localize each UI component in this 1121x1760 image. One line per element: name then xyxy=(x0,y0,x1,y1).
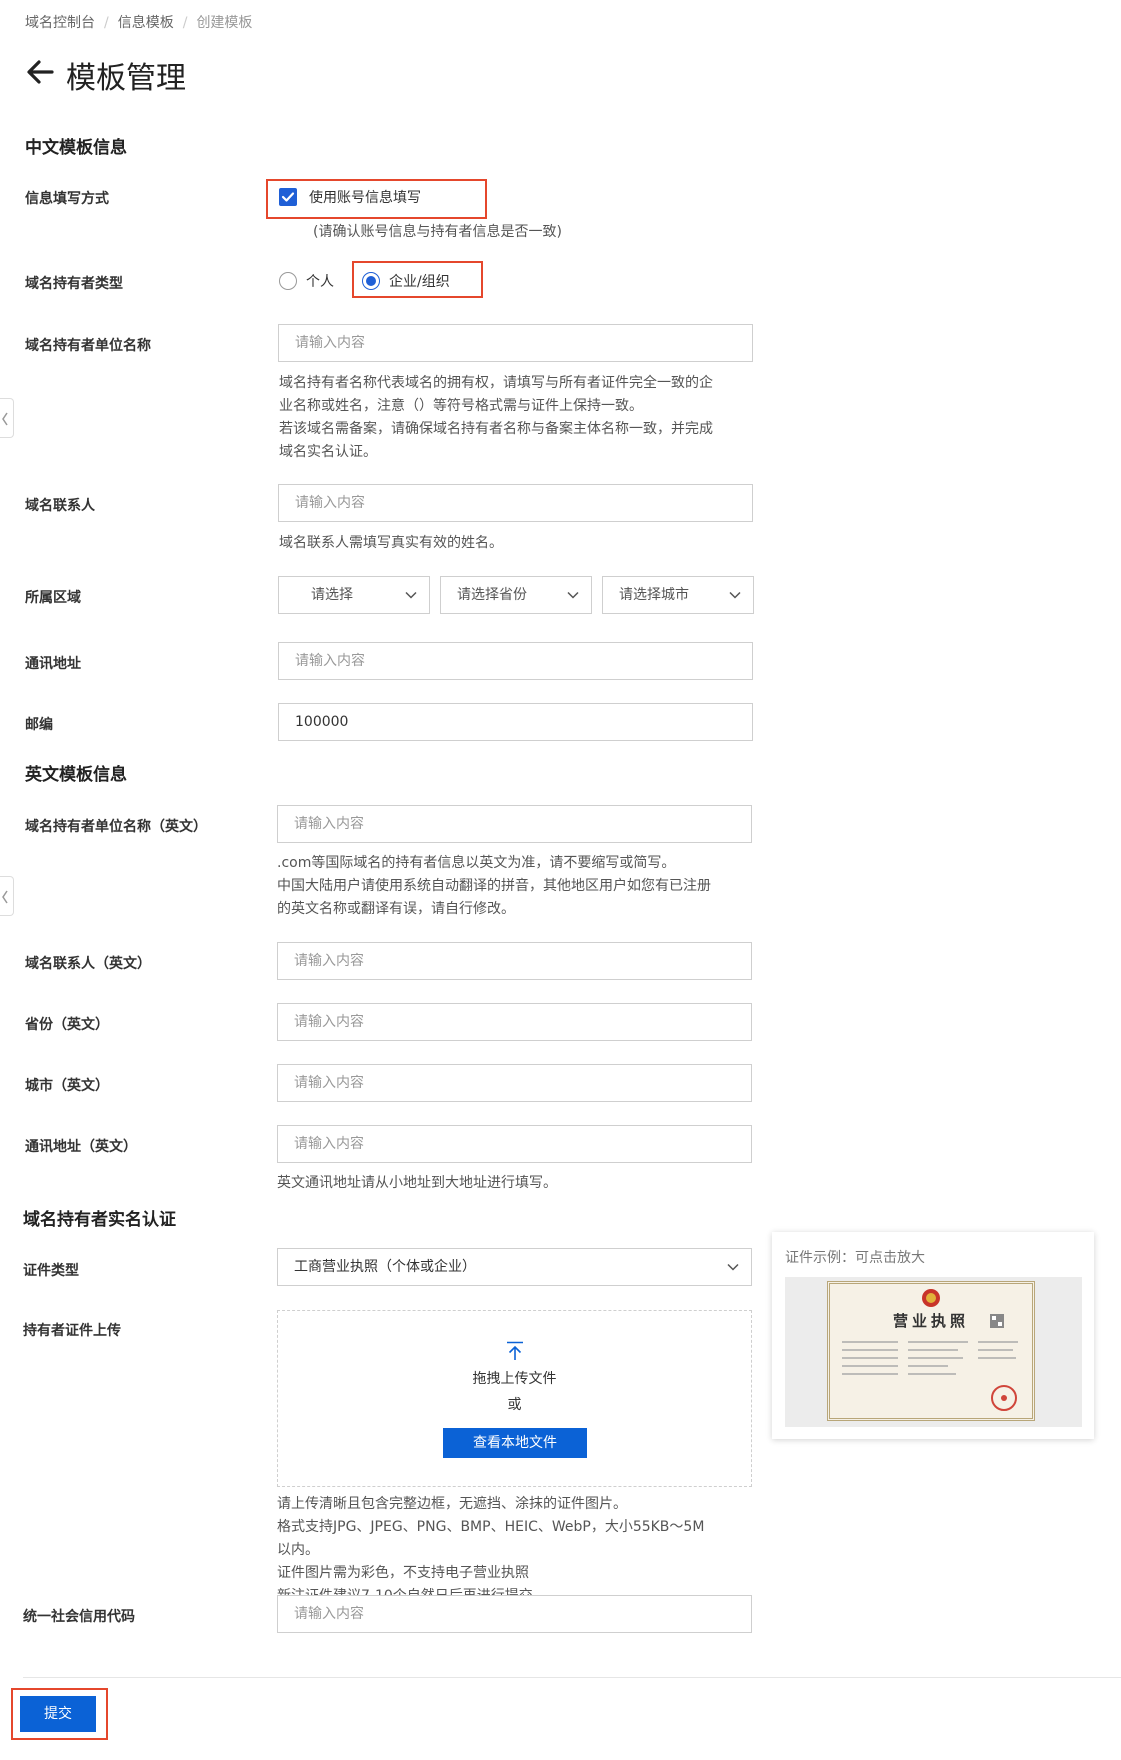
breadcrumb-item-current: 创建模板 xyxy=(196,15,253,31)
en-address-label: 通讯地址（英文） xyxy=(25,1139,137,1155)
contact-label: 域名联系人 xyxy=(25,498,95,514)
cert-example-card[interactable]: 证件示例：可点击放大 营业执照 xyxy=(772,1232,1094,1439)
qr-code-icon xyxy=(990,1314,1004,1328)
help-line: .com等国际域名的持有者信息以英文为准，请不要缩写或简写。 xyxy=(277,855,676,871)
upload-dropzone[interactable]: 拖拽上传文件 或 查看本地文件 xyxy=(277,1310,752,1487)
cert-type-label: 证件类型 xyxy=(23,1263,79,1279)
section-title-en: 英文模板信息 xyxy=(25,765,127,785)
help-line: 业名称或姓名，注意（）等符号格式需与证件上保持一致。 xyxy=(279,398,643,414)
org-name-label: 域名持有者单位名称 xyxy=(25,338,151,354)
en-address-input[interactable]: 请输入内容 xyxy=(277,1125,752,1163)
submit-button[interactable]: 提交 xyxy=(20,1696,96,1732)
chevron-left-icon xyxy=(2,412,8,426)
upload-help: 请上传清晰且包含完整边框，无遮挡、涂抹的证件图片。 格式支持JPG、JPEG、P… xyxy=(277,1493,704,1608)
browse-local-file-button[interactable]: 查看本地文件 xyxy=(443,1428,587,1458)
en-address-help: 英文通讯地址请从小地址到大地址进行填写。 xyxy=(277,1175,557,1191)
holder-type-label: 域名持有者类型 xyxy=(25,276,123,292)
help-line: 请上传清晰且包含完整边框，无遮挡、涂抹的证件图片。 xyxy=(277,1496,627,1512)
address-input[interactable]: 请输入内容 xyxy=(278,642,753,680)
region-label: 所属区域 xyxy=(25,590,81,606)
side-collapse-tab[interactable] xyxy=(0,876,14,916)
breadcrumb-item-console[interactable]: 域名控制台 xyxy=(25,15,95,31)
footer-divider xyxy=(23,1677,1121,1678)
en-city-label: 城市（英文） xyxy=(25,1078,109,1094)
upload-drag-text: 拖拽上传文件 xyxy=(472,1371,557,1387)
use-account-info-label[interactable]: 使用账号信息填写 xyxy=(309,187,421,207)
region-select[interactable]: 请选择 xyxy=(278,576,430,614)
cert-example-title: 证件示例：可点击放大 xyxy=(785,1250,925,1266)
en-city-input[interactable]: 请输入内容 xyxy=(277,1064,752,1102)
chevron-down-icon xyxy=(567,591,579,599)
en-contact-input[interactable]: 请输入内容 xyxy=(277,942,752,980)
back-arrow-icon[interactable] xyxy=(24,56,56,88)
check-icon xyxy=(281,192,295,202)
use-account-info-checkbox[interactable] xyxy=(279,188,297,206)
credit-code-label: 统一社会信用代码 xyxy=(23,1609,135,1625)
breadcrumb-item-templates[interactable]: 信息模板 xyxy=(118,15,174,31)
section-title-cn: 中文模板信息 xyxy=(25,138,127,158)
breadcrumb-separator: / xyxy=(104,15,109,31)
cert-example-image[interactable]: 营业执照 xyxy=(785,1277,1082,1427)
radio-individual-label[interactable]: 个人 xyxy=(306,271,334,291)
radio-organization[interactable] xyxy=(362,272,380,290)
page-title: 模板管理 xyxy=(66,61,186,96)
help-line: 域名持有者名称代表域名的拥有权，请填写与所有者证件完全一致的企 xyxy=(279,375,713,391)
fill-method-label: 信息填写方式 xyxy=(25,191,109,207)
license-image: 营业执照 xyxy=(827,1281,1035,1421)
en-org-name-label: 域名持有者单位名称（英文） xyxy=(25,819,207,835)
province-select[interactable]: 请选择省份 xyxy=(440,576,592,614)
chevron-down-icon xyxy=(405,591,417,599)
help-line: 格式支持JPG、JPEG、PNG、BMP、HEIC、WebP，大小55KB～5M xyxy=(277,1519,705,1535)
en-province-input[interactable]: 请输入内容 xyxy=(277,1003,752,1041)
national-emblem-icon xyxy=(922,1289,940,1307)
radio-organization-label[interactable]: 企业/组织 xyxy=(389,271,450,291)
chevron-down-icon xyxy=(729,591,741,599)
city-select-value: 请选择城市 xyxy=(619,587,689,603)
en-org-name-input[interactable]: 请输入内容 xyxy=(277,805,752,843)
help-line: 若该域名需备案，请确保域名持有者名称与备案主体名称一致，并完成 xyxy=(279,421,713,437)
en-org-name-help: .com等国际域名的持有者信息以英文为准，请不要缩写或简写。 中国大陆用户请使用… xyxy=(277,852,711,921)
help-line: 的英文名称或翻译有误，请自行修改。 xyxy=(277,901,515,917)
contact-help: 域名联系人需填写真实有效的姓名。 xyxy=(279,535,503,551)
help-line: 证件图片需为彩色，不支持电子营业执照 xyxy=(277,1565,529,1581)
en-contact-label: 域名联系人（英文） xyxy=(25,956,151,972)
upload-icon xyxy=(507,1341,523,1360)
side-collapse-tab[interactable] xyxy=(0,398,14,438)
cert-type-select-value: 工商营业执照（个体或企业） xyxy=(294,1259,476,1275)
org-name-input[interactable]: 请输入内容 xyxy=(278,324,753,362)
postcode-label: 邮编 xyxy=(25,717,53,733)
chevron-down-icon xyxy=(727,1263,739,1271)
breadcrumb-separator: / xyxy=(182,15,188,31)
contact-input[interactable]: 请输入内容 xyxy=(278,484,753,522)
en-province-label: 省份（英文） xyxy=(25,1017,109,1033)
region-select-value: 请选择 xyxy=(311,587,353,603)
address-label: 通讯地址 xyxy=(25,656,81,672)
postcode-input[interactable]: 100000 xyxy=(278,703,753,741)
help-line: 以内。 xyxy=(277,1542,319,1558)
cert-type-select[interactable]: 工商营业执照（个体或企业） xyxy=(277,1248,752,1286)
upload-or-text: 或 xyxy=(507,1397,522,1413)
help-line: 中国大陆用户请使用系统自动翻译的拼音，其他地区用户如您有已注册 xyxy=(277,878,711,894)
province-select-value: 请选择省份 xyxy=(457,587,527,603)
credit-code-input[interactable]: 请输入内容 xyxy=(277,1595,752,1633)
breadcrumb: 域名控制台 / 信息模板 / 创建模板 xyxy=(25,12,252,32)
city-select[interactable]: 请选择城市 xyxy=(602,576,754,614)
help-line: 域名实名认证。 xyxy=(279,444,377,460)
upload-label: 持有者证件上传 xyxy=(23,1323,121,1339)
radio-individual[interactable] xyxy=(279,272,297,290)
official-seal-icon xyxy=(991,1385,1017,1411)
section-title-verify: 域名持有者实名认证 xyxy=(23,1210,176,1230)
chevron-left-icon xyxy=(2,890,8,904)
org-name-help: 域名持有者名称代表域名的拥有权，请填写与所有者证件完全一致的企 业名称或姓名，注… xyxy=(279,372,713,464)
account-info-hint: (请确认账号信息与持有者信息是否一致) xyxy=(313,224,562,240)
